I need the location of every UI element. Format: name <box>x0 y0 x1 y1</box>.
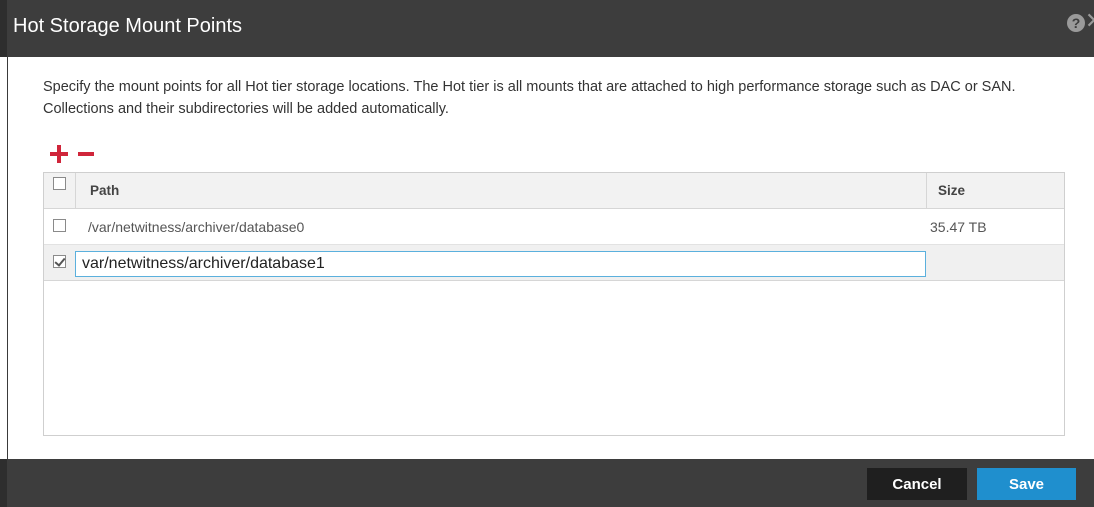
dialog-titlebar: Hot Storage Mount Points ? ✕ <box>0 0 1094 57</box>
select-all-checkbox[interactable] <box>53 177 66 190</box>
cancel-button[interactable]: Cancel <box>867 468 967 500</box>
column-header-size[interactable]: Size <box>938 183 965 198</box>
save-button[interactable]: Save <box>977 468 1076 500</box>
close-icon[interactable]: ✕ <box>1085 10 1094 32</box>
column-divider <box>926 173 927 209</box>
column-header-path[interactable]: Path <box>90 183 119 198</box>
row-checkbox[interactable] <box>53 255 66 268</box>
path-input[interactable] <box>75 251 926 277</box>
dialog-body: Specify the mount points for all Hot tie… <box>7 57 1087 459</box>
column-divider <box>75 173 76 209</box>
minus-icon[interactable] <box>78 145 96 163</box>
row-path: /var/netwitness/archiver/database0 <box>88 219 305 235</box>
plus-icon[interactable] <box>50 145 68 163</box>
dialog-footer: Cancel Save <box>0 459 1094 507</box>
table-row[interactable]: /var/netwitness/archiver/database0 35.47… <box>44 209 1064 245</box>
help-icon[interactable]: ? <box>1067 14 1085 32</box>
hot-storage-dialog: Hot Storage Mount Points ? ✕ Specify the… <box>0 0 1094 507</box>
table-header: Path Size <box>44 173 1064 209</box>
row-checkbox[interactable] <box>53 219 66 232</box>
mount-points-table: Path Size /var/netwitness/archiver/datab… <box>43 172 1065 436</box>
table-row[interactable] <box>44 245 1064 281</box>
dialog-description: Specify the mount points for all Hot tie… <box>43 79 1016 117</box>
dialog-title: Hot Storage Mount Points <box>13 15 243 37</box>
row-size: 35.47 TB <box>930 219 987 235</box>
